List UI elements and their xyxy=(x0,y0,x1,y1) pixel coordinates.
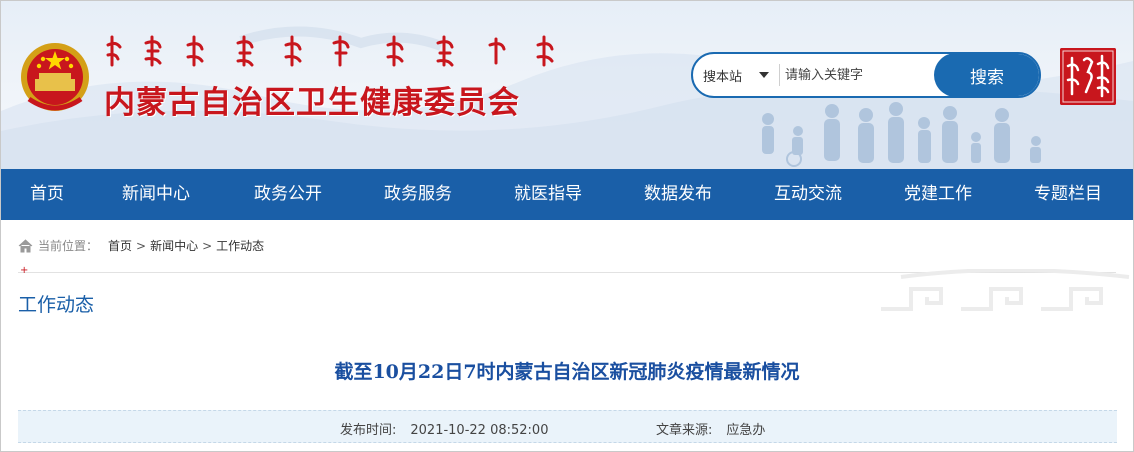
nav-item-home[interactable]: 首页 xyxy=(30,169,64,220)
section-heading: 工作动态 xyxy=(18,294,95,316)
nav-item-government-affairs[interactable]: 政务公开 xyxy=(254,169,322,220)
article-title: 截至10月22日7时内蒙古自治区新冠肺炎疫情最新情况 xyxy=(334,361,800,383)
breadcrumb-link-news[interactable]: 新闻中心 xyxy=(150,239,198,253)
breadcrumb-separator: > xyxy=(202,239,213,253)
red-plus-marker-icon: + xyxy=(20,265,29,276)
decorative-pattern xyxy=(881,269,1130,311)
family-silhouette-graphic xyxy=(762,102,1041,167)
page: 内蒙古自治区卫生健康委员会 搜本站 搜索 xyxy=(0,0,1134,452)
nav-item-government-services[interactable]: 政务服务 xyxy=(384,169,452,220)
publish-time: 发布时间: 2021-10-22 08:52:00 xyxy=(340,419,548,438)
search-input[interactable] xyxy=(785,60,925,90)
breadcrumb-link-home[interactable]: 首页 xyxy=(108,239,132,253)
article-source-value: 应急办 xyxy=(726,423,766,438)
site-header: 内蒙古自治区卫生健康委员会 搜本站 搜索 xyxy=(1,1,1133,169)
breadcrumb: 当前位置： 首页 > 新闻中心 > 工作动态 xyxy=(18,237,264,257)
nav-item-special-topics[interactable]: 专题栏目 xyxy=(1034,169,1102,220)
publish-time-value: 2021-10-22 08:52:00 xyxy=(410,423,549,438)
breadcrumb-link-work-updates[interactable]: 工作动态 xyxy=(216,239,264,253)
article-source: 文章来源: 应急办 xyxy=(656,419,765,438)
nav-item-medical-guide[interactable]: 就医指导 xyxy=(514,169,582,220)
breadcrumb-label: 当前位置： xyxy=(38,239,99,253)
site-title: 内蒙古自治区卫生健康委员会 xyxy=(104,85,520,121)
national-emblem-icon xyxy=(21,43,89,111)
breadcrumb-separator: > xyxy=(136,239,147,253)
article-meta-bar: 发布时间: 2021-10-22 08:52:00 文章来源: 应急办 xyxy=(18,410,1117,443)
nav-item-party-building[interactable]: 党建工作 xyxy=(904,169,972,220)
home-icon xyxy=(18,239,33,253)
nav-item-data-release[interactable]: 数据发布 xyxy=(644,169,712,220)
nav-item-news[interactable]: 新闻中心 xyxy=(122,169,190,220)
search-divider xyxy=(779,64,780,86)
mongolian-seal-icon xyxy=(1060,48,1116,105)
nav-item-interaction[interactable]: 互动交流 xyxy=(774,169,842,220)
search-scope-select[interactable]: 搜本站 xyxy=(703,66,742,85)
search-box: 搜本站 搜索 xyxy=(691,52,1041,98)
main-nav: 首页 新闻中心 政务公开 政务服务 就医指导 数据发布 互动交流 党建工作 专题… xyxy=(1,169,1133,220)
publish-time-label: 发布时间: xyxy=(340,423,397,438)
article-source-label: 文章来源: xyxy=(656,423,713,438)
search-button[interactable]: 搜索 xyxy=(934,54,1039,96)
chevron-down-icon[interactable] xyxy=(759,72,769,78)
mongolian-script-logo xyxy=(106,35,554,67)
